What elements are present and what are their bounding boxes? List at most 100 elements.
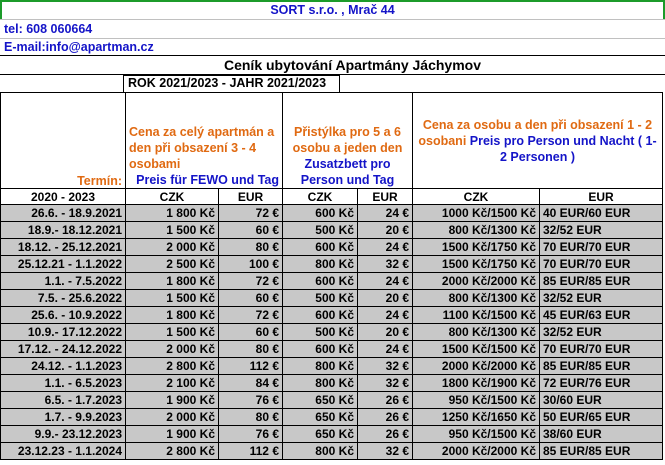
price-row: 18.9.- 18.12.2021 1 500 Kč 60 €500 Kč 20 €8… <box>0 221 663 239</box>
person-eur-cell: 32/52 EUR <box>539 221 663 239</box>
person-eur-cell: 70 EUR/70 EUR <box>539 238 663 256</box>
price-row: 23.12.23 - 1.1.2024 2 800 Kč 112 €800 Kč 32… <box>0 442 663 460</box>
person-czk-cell: 800 Kč/1300 Kč <box>412 289 540 307</box>
period-cell: 2020 - 2023 <box>0 188 126 205</box>
price-row: 1.1. - 6.5.2023 2 100 Kč 84 €800 Kč 32 €180… <box>0 374 663 392</box>
extra-bed-czk-cell: 600 Kč <box>282 204 358 222</box>
apartment-eur-cell: 100 € <box>218 255 283 273</box>
apartment-czk-cell: 2 000 Kč <box>125 408 219 426</box>
apartment-eur-cell: 112 € <box>218 442 283 460</box>
czk-header-1: CZK <box>125 188 219 205</box>
extra-bed-czk-cell: 800 Kč <box>282 374 358 392</box>
extra-bed-czk-cell: 600 Kč <box>282 306 358 324</box>
apartment-eur-cell: 80 € <box>218 340 283 358</box>
extra-bed-eur-cell: 20 € <box>357 289 413 307</box>
extra-bed-czk-cell: 800 Kč <box>282 255 358 273</box>
czk-header-2: CZK <box>282 188 358 205</box>
email-text: E-mail:info@apartman.cz <box>4 40 154 54</box>
column-header-row: Termín: Cena za celý apartmán a den při … <box>0 92 663 189</box>
person-czk-cell: 800 Kč/1300 Kč <box>412 323 540 341</box>
extra-bed-czk-cell: 800 Kč <box>282 357 358 375</box>
eur-header-1: EUR <box>218 188 283 205</box>
email-line: E-mail:info@apartman.cz <box>0 39 665 56</box>
person-eur-cell: 38/60 EUR <box>539 425 663 443</box>
person-eur-cell: 30/60 EUR <box>539 391 663 409</box>
apartment-czk-cell: 1 500 Kč <box>125 221 219 239</box>
apartment-czk-cell: 1 800 Kč <box>125 204 219 222</box>
apartment-czk-cell: 2 100 Kč <box>125 374 219 392</box>
extra-bed-cz: Přistýlka pro 5 a 6 osobu a jeden den <box>292 125 403 155</box>
extra-bed-eur-cell: 20 € <box>357 323 413 341</box>
apartment-eur-cell: 76 € <box>218 425 283 443</box>
person-eur-cell: 40 EUR/60 EUR <box>539 204 663 222</box>
apartment-czk-cell: 1 800 Kč <box>125 272 219 290</box>
termin-header: Termín: <box>0 92 126 189</box>
person-czk-cell: 1500 Kč/1750 Kč <box>412 238 540 256</box>
apartment-price-cz: Cena za celý apartmán a den při obsazení… <box>129 125 275 171</box>
apartment-eur-cell: 80 € <box>218 408 283 426</box>
extra-bed-czk-cell: 500 Kč <box>282 323 358 341</box>
extra-bed-de: Zusatzbett pro Person und Tag <box>300 157 395 187</box>
person-eur-cell: 85 EUR/85 EUR <box>539 442 663 460</box>
person-czk-cell: 2000 Kč/2000 Kč <box>412 357 540 375</box>
person-eur-cell: 32/52 EUR <box>539 289 663 307</box>
apartment-eur-cell: 84 € <box>218 374 283 392</box>
eur-header-2: EUR <box>357 188 413 205</box>
extra-bed-czk-cell: 800 Kč <box>282 442 358 460</box>
apartment-eur-cell: 112 € <box>218 357 283 375</box>
person-eur-cell: 50 EUR/65 EUR <box>539 408 663 426</box>
apartment-czk-cell: 2 800 Kč <box>125 442 219 460</box>
apartment-eur-cell: 72 € <box>218 272 283 290</box>
term-cell: 18.9.- 18.12.2021 <box>0 221 126 239</box>
price-table: Termín: Cena za celý apartmán a den při … <box>0 92 663 460</box>
price-row: 24.12. - 1.1.2023 2 800 Kč 112 €800 Kč 32 €… <box>0 357 663 375</box>
person-czk-cell: 950 Kč/1500 Kč <box>412 425 540 443</box>
price-row: 9.9.- 23.12.2023 1 900 Kč 76 €650 Kč 26 €95… <box>0 425 663 443</box>
year-box <box>123 75 340 92</box>
termin-label: Termín: <box>77 174 122 188</box>
term-cell: 1.1. - 7.5.2022 <box>0 272 126 290</box>
person-eur-cell: 85 EUR/85 EUR <box>539 272 663 290</box>
term-cell: 25.6. - 10.9.2022 <box>0 306 126 324</box>
extra-bed-eur-cell: 24 € <box>357 204 413 222</box>
title-line: Ceník ubytování Apartmány Jáchymov <box>0 56 665 75</box>
price-row: 18.12. - 25.12.2021 2 000 Kč 80 €600 Kč 24 … <box>0 238 663 256</box>
person-eur-cell: 70 EUR/70 EUR <box>539 255 663 273</box>
person-price-de: Preis pro Person und Nacht ( 1-2 Persone… <box>469 133 657 164</box>
apartment-czk-cell: 2 500 Kč <box>125 255 219 273</box>
apartment-eur-cell: 76 € <box>218 391 283 409</box>
extra-bed-eur-cell: 20 € <box>357 221 413 239</box>
apartment-czk-cell: 2 000 Kč <box>125 340 219 358</box>
extra-bed-czk-cell: 650 Kč <box>282 425 358 443</box>
term-cell: 18.12. - 25.12.2021 <box>0 238 126 256</box>
person-eur-cell: 45 EUR/63 EUR <box>539 306 663 324</box>
extra-bed-eur-cell: 32 € <box>357 255 413 273</box>
price-row: 26.6. - 18.9.2021 1 800 Kč 72 €600 Kč 24 €1… <box>0 204 663 222</box>
price-row: 1.1. - 7.5.2022 1 800 Kč 72 €600 Kč 24 €200… <box>0 272 663 290</box>
price-row: 1.7. - 9.9.2023 2 000 Kč 80 €650 Kč 26 €125… <box>0 408 663 426</box>
extra-bed-eur-cell: 32 € <box>357 442 413 460</box>
extra-bed-czk-cell: 650 Kč <box>282 391 358 409</box>
term-cell: 10.9.- 17.12.2022 <box>0 323 126 341</box>
term-cell: 7.5. - 25.6.2022 <box>0 289 126 307</box>
term-cell: 25.12.21 - 1.1.2022 <box>0 255 126 273</box>
extra-bed-eur-cell: 24 € <box>357 306 413 324</box>
term-cell: 24.12. - 1.1.2023 <box>0 357 126 375</box>
price-row: 25.12.21 - 1.1.2022 2 500 Kč 100 €800 Kč 32… <box>0 255 663 273</box>
eur-header-3: EUR <box>539 188 663 205</box>
extra-bed-eur-cell: 26 € <box>357 408 413 426</box>
person-czk-cell: 950 Kč/1500 Kč <box>412 391 540 409</box>
apartment-czk-cell: 1 900 Kč <box>125 391 219 409</box>
phone-text: tel: 608 060664 <box>4 22 93 36</box>
apartment-czk-cell: 2 000 Kč <box>125 238 219 256</box>
apartment-price-de: Preis für FEWO und Tag <box>136 173 279 187</box>
person-czk-cell: 2000 Kč/2000 Kč <box>412 272 540 290</box>
price-row: 25.6. - 10.9.2022 1 800 Kč 72 €600 Kč 24 €1… <box>0 306 663 324</box>
person-eur-cell: 72 EUR/76 EUR <box>539 374 663 392</box>
person-czk-cell: 1000 Kč/1500 Kč <box>412 204 540 222</box>
extra-bed-eur-cell: 24 € <box>357 238 413 256</box>
extra-bed-eur-cell: 26 € <box>357 391 413 409</box>
extra-bed-eur-cell: 24 € <box>357 272 413 290</box>
person-price-header: Cena za osobu a den při obsazení 1 - 2 o… <box>412 92 663 189</box>
extra-bed-czk-cell: 650 Kč <box>282 408 358 426</box>
